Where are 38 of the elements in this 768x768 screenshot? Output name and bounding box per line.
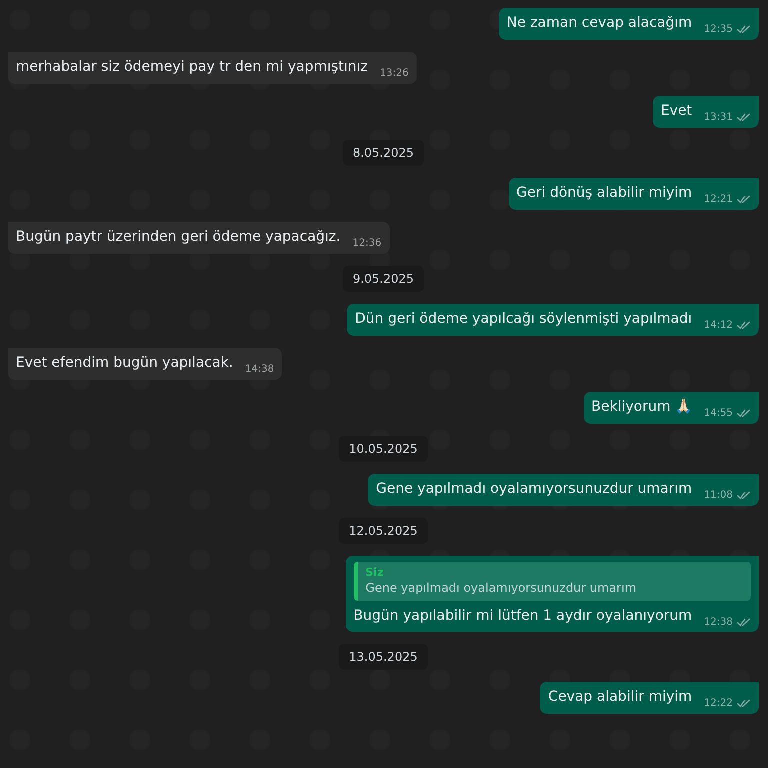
date-separator: 12.05.2025	[339, 518, 428, 544]
message-time: 13:31	[704, 112, 733, 123]
quoted-message[interactable]: Siz Gene yapılmadı oyalamıyorsunuzdur umarım	[354, 562, 751, 601]
quote-text: Gene yapılmadı oyalamıyorsunuzdur umarım	[366, 581, 638, 595]
message-time: 14:38	[245, 364, 274, 375]
double-check-icon	[737, 618, 751, 627]
message-text: Bekliyorum 🙏🏻	[592, 398, 692, 417]
date-separator: 9.05.2025	[342, 266, 424, 292]
double-check-icon	[737, 25, 751, 34]
date-separator: 10.05.2025	[339, 436, 428, 462]
date-separator: 13.05.2025	[339, 644, 428, 670]
double-check-icon	[737, 409, 751, 418]
double-check-icon	[737, 195, 751, 204]
double-check-icon	[737, 699, 751, 708]
message-text: Dün geri ödeme yapılcağı söylenmişti yapılmadı	[355, 310, 692, 329]
message-time: 12:35	[704, 24, 733, 35]
message-text: Evet efendim bugün yapılacak.	[16, 354, 234, 373]
message-text: merhabalar siz ödemeyi pay tr den mi yapmıştınız	[16, 58, 368, 77]
message-text: Gene yapılmadı oyalamıyorsunuzdur umarım	[376, 480, 692, 499]
message-time: 14:55	[704, 408, 733, 419]
message-text: Bugün paytr üzerinden geri ödeme yapacağız.	[16, 228, 341, 247]
message-time: 12:38	[704, 617, 733, 628]
quote-author: Siz	[366, 566, 385, 579]
message-time: 12:36	[352, 238, 382, 249]
message-text: Geri dönüş alabilir miyim	[516, 184, 692, 203]
message-text: Evet	[660, 102, 692, 121]
double-check-icon	[737, 321, 751, 330]
message-time: 12:22	[704, 698, 733, 709]
date-separator: 8.05.2025	[342, 140, 424, 166]
message-time: 11:08	[704, 490, 733, 501]
message-time: 12:21	[704, 194, 733, 205]
message-text: Ne zaman cevap alacağım	[506, 14, 692, 33]
double-check-icon	[737, 113, 751, 122]
message-time: 13:26	[380, 68, 409, 79]
double-check-icon	[737, 491, 751, 500]
message-time: 14:12	[704, 320, 733, 331]
message-text: Bugün yapılabilir mi lütfen 1 aydır oyalanıyorum	[354, 607, 692, 626]
message-text: Cevap alabilir miyim	[548, 688, 692, 707]
